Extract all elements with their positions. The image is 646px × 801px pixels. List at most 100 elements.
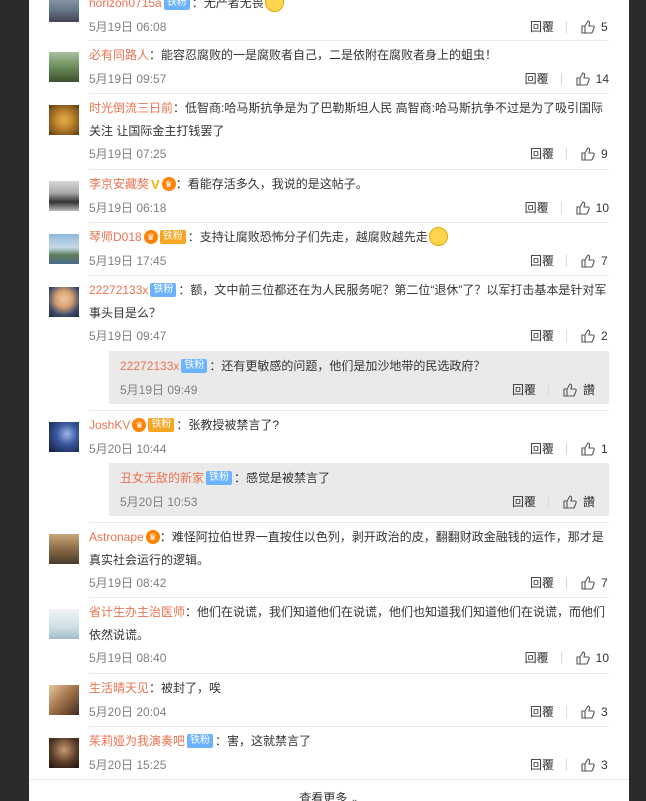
like-label: 讚: [582, 494, 595, 509]
comment-author[interactable]: 李京安藏獒: [89, 177, 149, 191]
like-button[interactable]: 3: [581, 754, 609, 776]
avatar[interactable]: [49, 685, 79, 715]
comment-time: 5月20日 20:04: [89, 704, 167, 719]
reply-button[interactable]: 回覆: [525, 647, 549, 669]
load-more-button[interactable]: 查看更多 ⌄: [29, 789, 629, 801]
comment-author[interactable]: 茱莉娅为我演奏吧: [89, 734, 185, 748]
comment-text: 22272133x 铁粉 ：还有更敏感的问题，他们是加沙地带的民选政府？: [109, 351, 609, 378]
comment-time: 5月20日 15:25: [89, 757, 167, 772]
divider: [89, 522, 609, 523]
reply-button[interactable]: 回覆: [512, 491, 536, 513]
comment-author[interactable]: 必有同路人: [89, 48, 149, 62]
reply-button[interactable]: 回覆: [512, 379, 536, 401]
comment-time: 5月19日 09:47: [89, 329, 167, 343]
comment-body: ：还有更敏感的问题，他们是加沙地带的民选政府？: [209, 359, 486, 373]
comment-author[interactable]: Astronape: [89, 530, 144, 544]
like-button[interactable]: 2: [581, 325, 609, 347]
comment-body: ：无产者无畏: [191, 0, 264, 10]
fan-badge[interactable]: 铁粉: [159, 229, 186, 244]
comment-author[interactable]: JoshKV: [89, 418, 130, 432]
sub-reply: 丑女无敌的新家 铁粉 ：感觉是被禁言了 5月20日 10:53 回覆 讚: [109, 463, 609, 516]
avatar[interactable]: [49, 422, 79, 452]
comment-author[interactable]: 丑女无敌的新家: [120, 471, 204, 485]
vip-icon: ♛: [161, 176, 176, 191]
comment-author[interactable]: 生活晴天见: [89, 681, 149, 695]
action-separator: [566, 705, 567, 718]
comment-meta: 5月19日 07:25 回覆 9: [89, 143, 609, 165]
thumbs-up-icon: [581, 441, 595, 456]
like-button[interactable]: 3: [581, 701, 609, 723]
avatar[interactable]: [49, 609, 79, 639]
comment-author[interactable]: 省计生办主治医师: [89, 605, 185, 619]
like-count: 3: [601, 757, 608, 772]
comment-author[interactable]: 22272133x: [89, 283, 148, 297]
like-button[interactable]: 7: [581, 250, 609, 272]
avatar[interactable]: [49, 738, 79, 768]
comment-text: horizon0715a 铁粉 ：无产者无畏: [89, 0, 609, 15]
comment-author[interactable]: 时光倒流三日前: [89, 101, 173, 115]
comment-author[interactable]: horizon0715a: [89, 0, 162, 10]
comment-time: 5月19日 17:45: [89, 253, 167, 268]
fan-badge[interactable]: 铁粉: [181, 358, 208, 373]
fan-badge[interactable]: 铁粉: [206, 470, 233, 485]
comment-meta: 5月19日 08:42 回覆 7: [89, 572, 609, 594]
reply-button[interactable]: 回覆: [525, 197, 549, 219]
reply-button[interactable]: 回覆: [530, 143, 554, 165]
reply-button[interactable]: 回覆: [525, 68, 549, 90]
comment-meta: 5月19日 09:57 回覆 14: [89, 68, 609, 90]
reply-button[interactable]: 回覆: [530, 754, 554, 776]
chevron-down-icon: ⌄: [350, 794, 359, 801]
verified-v-icon: V: [151, 176, 160, 192]
vip-icon: ♛: [145, 529, 160, 544]
action-separator: [560, 652, 562, 664]
fan-badge[interactable]: 铁粉: [148, 417, 175, 432]
reply-button[interactable]: 回覆: [530, 250, 554, 272]
avatar[interactable]: [49, 234, 79, 264]
comment-meta: 5月19日 06:18 回覆 10: [89, 197, 609, 219]
avatar[interactable]: [49, 534, 79, 564]
comment-text: 李京安藏獒 V ♛ ：看能存活多久，我说的是这帖子。: [89, 173, 609, 196]
divider: [29, 779, 629, 780]
comment-author[interactable]: 22272133x: [120, 359, 179, 373]
like-button[interactable]: 9: [581, 143, 609, 165]
like-button[interactable]: 14: [576, 68, 609, 90]
comment-time: 5月19日 09:57: [89, 71, 167, 86]
fan-badge[interactable]: 铁粉: [150, 282, 177, 297]
comment-author[interactable]: 琴师D018: [89, 230, 142, 244]
divider: [89, 726, 609, 727]
avatar[interactable]: [49, 105, 79, 135]
comment-time: 5月20日 10:53: [120, 494, 198, 509]
comment-time: 5月19日 06:18: [89, 201, 167, 216]
like-button[interactable]: 10: [576, 197, 609, 219]
divider: [89, 597, 609, 598]
comment-text: 省计生办主治医师：他们在说谎，我们知道他们在说谎，他们也知道我们知道他们在说谎，…: [89, 601, 609, 646]
like-count: 3: [601, 704, 608, 719]
avatar[interactable]: [49, 52, 79, 82]
reply-button[interactable]: 回覆: [530, 572, 554, 594]
fan-badge[interactable]: 铁粉: [163, 0, 190, 10]
like-button[interactable]: 讚: [563, 379, 595, 401]
comment-text: 生活晴天见：被封了，唉: [89, 677, 609, 700]
like-button[interactable]: 讚: [563, 491, 595, 513]
comment-meta: 5月20日 15:25 回覆 3: [89, 754, 609, 776]
thumbs-up-icon: [581, 576, 595, 590]
reply-button[interactable]: 回覆: [530, 16, 554, 38]
reply-button[interactable]: 回覆: [530, 438, 554, 460]
like-button[interactable]: 10: [576, 647, 609, 669]
like-button[interactable]: 5: [581, 16, 609, 38]
like-button[interactable]: 1: [581, 438, 609, 460]
comment-body: ：能容忍腐败的一是腐败者自己，二是依附在腐败者身上的蛆虫！: [149, 48, 498, 62]
reply-button[interactable]: 回覆: [530, 325, 554, 347]
avatar[interactable]: [49, 287, 79, 317]
comment-body: ：害，这就禁言了: [215, 734, 312, 748]
like-button[interactable]: 7: [581, 572, 609, 594]
comment-time: 5月19日 08:40: [89, 651, 167, 665]
action-separator: [560, 202, 562, 215]
divider: [89, 275, 609, 276]
avatar[interactable]: [49, 0, 79, 22]
comment-body: ：支持让腐败恐怖分子们先走，越腐败越先走: [187, 230, 428, 244]
grin-emoji-icon: [264, 0, 284, 13]
reply-button[interactable]: 回覆: [530, 701, 554, 723]
avatar[interactable]: [49, 181, 79, 211]
fan-badge[interactable]: 铁粉: [187, 733, 214, 748]
